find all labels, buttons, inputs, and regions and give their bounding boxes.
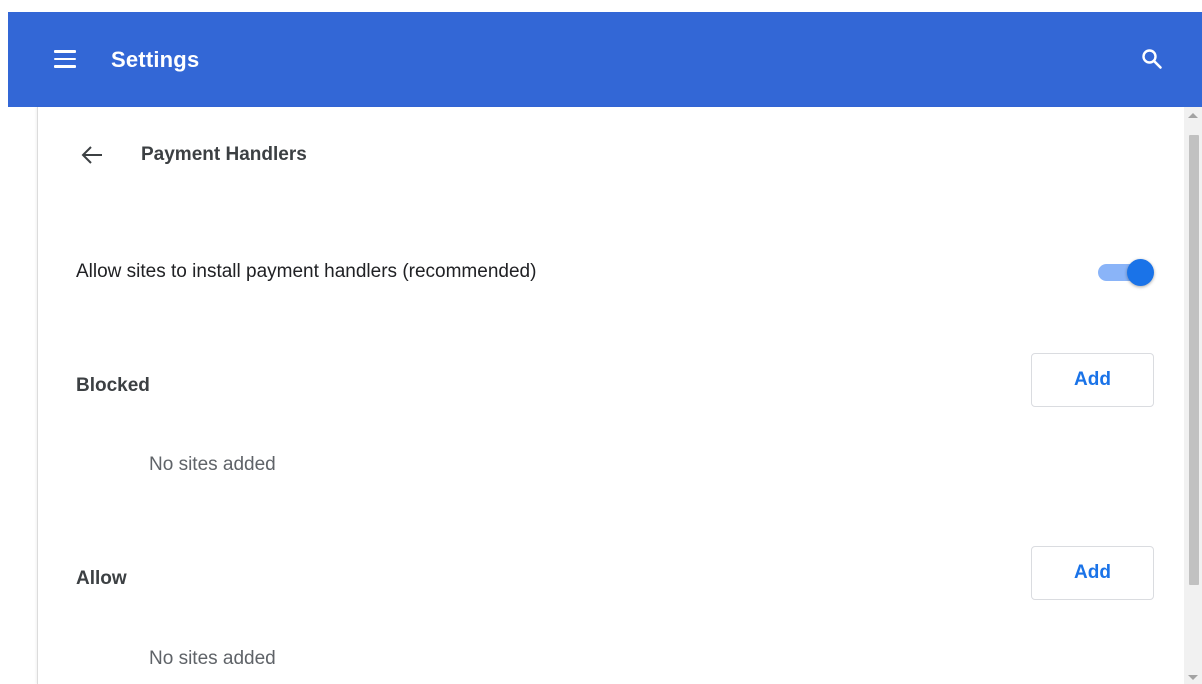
back-arrow-icon[interactable] [79, 144, 105, 166]
scroll-down-arrow-icon[interactable] [1188, 675, 1198, 680]
scroll-up-arrow-icon[interactable] [1188, 113, 1198, 118]
search-icon[interactable] [1141, 48, 1163, 70]
blocked-empty-text: No sites added [149, 454, 276, 475]
blocked-section-label: Blocked [76, 375, 150, 396]
settings-content: Payment Handlers Allow sites to install … [37, 107, 1184, 684]
allow-section-label: Allow [76, 568, 127, 589]
top-toolbar: Settings [8, 12, 1202, 107]
allow-install-label: Allow sites to install payment handlers … [76, 261, 537, 282]
allow-empty-text: No sites added [149, 648, 276, 669]
vertical-scrollbar[interactable] [1184, 107, 1202, 684]
page-title: Payment Handlers [141, 144, 307, 165]
settings-window: Settings Payment Handlers Allow sites to… [8, 12, 1202, 684]
app-title: Settings [111, 47, 200, 72]
hamburger-menu-icon[interactable] [54, 50, 76, 68]
allow-add-button[interactable]: Add [1031, 546, 1154, 600]
blocked-add-button[interactable]: Add [1031, 353, 1154, 407]
toggle-knob [1127, 259, 1154, 286]
allow-install-toggle[interactable] [1097, 259, 1155, 287]
scroll-thumb[interactable] [1189, 135, 1199, 585]
